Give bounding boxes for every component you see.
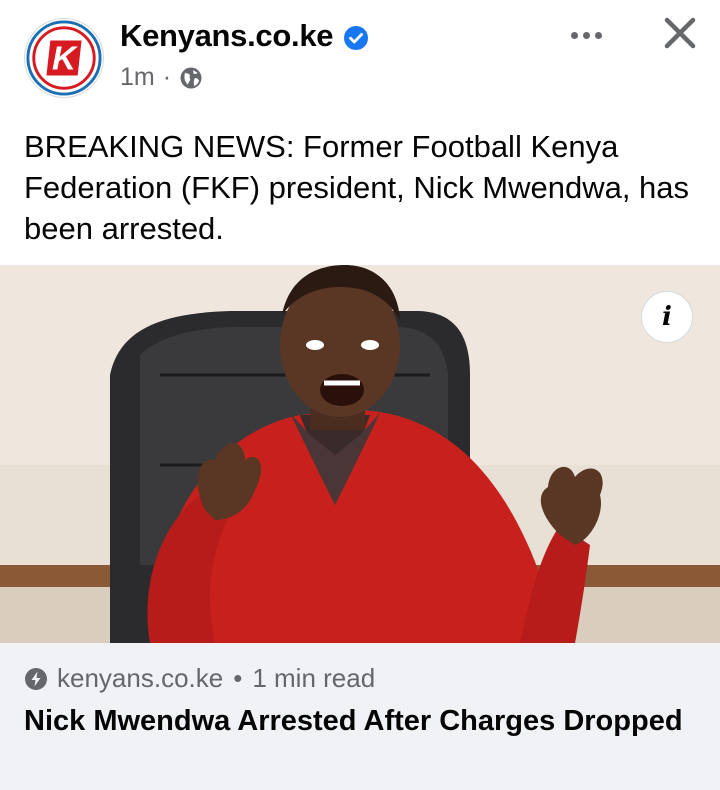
post-text: BREAKING NEWS: Former Football Kenya Fed… <box>24 129 690 246</box>
info-icon: i <box>662 302 672 332</box>
meta-separator: · <box>162 63 172 91</box>
info-button[interactable]: i <box>641 291 693 343</box>
lightning-bolt-icon <box>25 667 47 690</box>
page-name[interactable]: Kenyans.co.ke <box>120 18 334 54</box>
post-meta: 1m · <box>120 63 203 92</box>
logo-letter: K <box>52 41 78 78</box>
more-options-icon <box>570 31 578 39</box>
link-preview[interactable]: kenyans.co.ke • 1 min read Nick Mwendwa … <box>0 643 720 790</box>
link-meta: kenyans.co.ke • 1 min read <box>24 663 375 694</box>
photo-man-in-red-sweater <box>0 265 720 643</box>
post-timestamp[interactable]: 1m <box>120 63 155 92</box>
page-avatar[interactable]: K <box>24 18 104 98</box>
link-read-time: 1 min read <box>252 663 376 693</box>
close-icon[interactable] <box>656 12 704 56</box>
link-title[interactable]: Nick Mwendwa Arrested After Charges Drop… <box>24 701 684 741</box>
globe-icon[interactable] <box>179 66 203 90</box>
post-header: K Kenyans.co.ke 1m · <box>0 0 720 110</box>
kenyans-logo: K <box>26 20 102 96</box>
more-options-button[interactable] <box>564 20 608 50</box>
link-domain: kenyans.co.ke <box>57 663 224 693</box>
verified-badge-icon <box>344 26 368 50</box>
post-image[interactable] <box>0 265 720 643</box>
link-separator: • <box>233 663 243 693</box>
